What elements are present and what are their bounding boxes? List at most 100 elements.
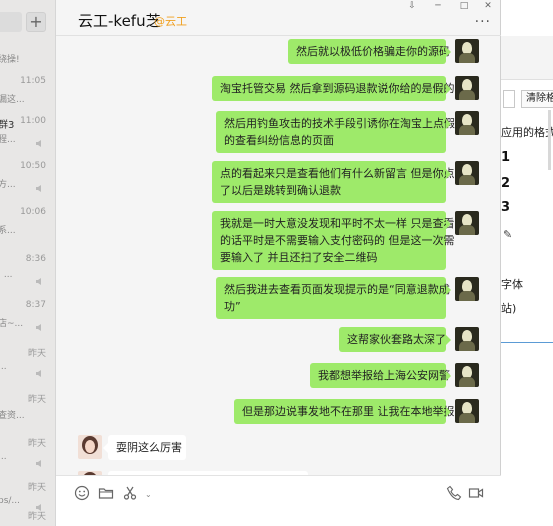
- background-input[interactable]: [503, 90, 515, 108]
- mute-icon: [35, 453, 43, 467]
- message-bubble[interactable]: 点的看起来只是查看他们有什么新留言 但是你点 了以后是跳转到确认退款: [212, 161, 455, 203]
- message-text-line: 淘宝托管交易 然后拿到源码退款说你给的是假的: [220, 82, 455, 95]
- message-bubble[interactable]: 但是那边说事发地不在那里 让我在本地举报: [234, 399, 455, 424]
- message-text-line: 这帮家伙套路太深了: [347, 333, 446, 346]
- pin-icon[interactable]: ⇩: [401, 0, 423, 12]
- message-text-line: 耍阴这么厉害: [116, 441, 182, 454]
- chat-list-item-time: 8:36: [25, 254, 46, 264]
- font-label: 字体: [501, 278, 523, 291]
- list-number-2: 2: [501, 176, 511, 191]
- chat-list-item[interactable]: 昨天...: [0, 342, 55, 388]
- chat-list-item-snippet: 系...: [0, 226, 16, 236]
- dropdown-icon[interactable]: ⌄: [145, 490, 152, 499]
- chat-list-pane: + 绕操! 11:05 漏这... 群3 11:00 程... 10:50 方... 10:06…: [0, 0, 55, 526]
- phone-icon[interactable]: [446, 485, 462, 501]
- emoji-icon[interactable]: [74, 485, 90, 501]
- video-icon[interactable]: [468, 485, 484, 501]
- message-text-line: 然后就以极低价格骗走你的源码: [296, 45, 450, 58]
- message-bubble[interactable]: 然后就以极低价格骗走你的源码: [288, 39, 451, 64]
- chat-list-item-snippet: 方...: [0, 180, 16, 190]
- message-bubble[interactable]: 我就是一时大意没发现和平时不太一样 只是查看 的话平时是不需要输入支付密码的 但是…: [212, 211, 455, 270]
- search-box[interactable]: [0, 12, 22, 32]
- scissors-icon[interactable]: [122, 485, 138, 501]
- message-text-line: 然后用钓鱼攻击的技术手段引诱你在淘宝上点假: [224, 117, 455, 130]
- chat-list-item-snippet: 漏这...: [0, 95, 25, 105]
- list-number-1: 1: [501, 150, 511, 165]
- divider: [501, 342, 553, 343]
- chat-list-item-time: 10:06: [20, 207, 46, 217]
- message-row: 然后我进去查看页面发现提示的是“同意退款成 功”: [56, 277, 501, 319]
- chat-list-item-time: 11:00: [20, 116, 46, 126]
- message-text-line: 我就是一时大意没发现和平时不太一样 只是查看: [220, 217, 455, 230]
- message-text-line: 然后我进去查看页面发现提示的是“同意退款成: [224, 283, 450, 296]
- message-row: 然后就以极低价格骗走你的源码: [56, 39, 501, 64]
- input-area[interactable]: ⌄: [56, 475, 501, 526]
- message-text-line: 的查看纠纷信息的页面: [224, 134, 334, 147]
- folder-icon[interactable]: [98, 485, 114, 501]
- add-chat-button[interactable]: +: [26, 12, 46, 32]
- background-app-window: 清除格 应用的格式 1 2 3 ✎ 字体 站): [500, 0, 553, 526]
- avatar[interactable]: [455, 39, 479, 63]
- avatar[interactable]: [455, 363, 479, 387]
- chat-list-item[interactable]: 昨天...: [0, 432, 55, 478]
- message-text-line: 点的看起来只是查看他们有什么新留言 但是你点: [220, 167, 455, 180]
- chat-list-item[interactable]: 昨天 查资...: [0, 388, 55, 434]
- chat-list-item-time: 昨天: [27, 349, 46, 359]
- pencil-icon[interactable]: ✎: [503, 228, 512, 241]
- message-list: 然后就以极低价格骗走你的源码 淘宝托管交易 然后拿到源码退款说你给的是假的 然后用钓…: [56, 37, 501, 475]
- chat-list-item-snippet: ...: [0, 362, 7, 372]
- message-text-line: 要输入了 并且还扫了安全二维码: [220, 251, 378, 264]
- message-row: 我都想举报给上海公安网警: [56, 363, 501, 388]
- mute-icon: [35, 363, 43, 377]
- chat-list-item-time: 11:05: [20, 76, 46, 86]
- chat-list-item-snippet: 绕操!: [0, 55, 20, 65]
- message-row: 点的看起来只是查看他们有什么新留言 但是你点 了以后是跳转到确认退款: [56, 161, 501, 203]
- mute-icon: [35, 133, 43, 147]
- chat-list-item-snippet: 程...: [0, 135, 16, 145]
- message-text-line: 但是那边说事发地不在那里 让我在本地举报: [242, 405, 455, 418]
- avatar[interactable]: [78, 435, 102, 459]
- mute-icon: [35, 317, 43, 331]
- scrollbar[interactable]: [548, 110, 551, 170]
- chat-list-item[interactable]: 8:36: ...: [0, 250, 55, 296]
- message-bubble[interactable]: 我都想举报给上海公安网警: [310, 363, 451, 388]
- message-row: 然后用钓鱼攻击的技术手段引诱你在淘宝上点假 的查看纠纷信息的页面: [56, 111, 501, 153]
- site-label: 站): [501, 302, 517, 315]
- more-options-button[interactable]: ···: [475, 14, 491, 30]
- message-bubble[interactable]: 然后我进去查看页面发现提示的是“同意退款成 功”: [216, 277, 451, 319]
- message-row: 我就是一时大意没发现和平时不太一样 只是查看 的话平时是不需要输入支付密码的 但是…: [56, 211, 501, 270]
- background-toolbar: [501, 36, 553, 80]
- message-row: 但是那边说事发地不在那里 让我在本地举报: [56, 399, 501, 424]
- avatar[interactable]: [455, 111, 479, 135]
- chat-window: 云工-kefu芝 @云工 ⇩ ─ □ ✕ ··· 然后就以极低价格骗走你的源码淘…: [55, 0, 501, 526]
- message-bubble[interactable]: 淘宝托管交易 然后拿到源码退款说你给的是假的: [212, 76, 455, 101]
- avatar[interactable]: [455, 76, 479, 100]
- chat-header: 云工-kefu芝 @云工 ⇩ ─ □ ✕ ···: [56, 0, 501, 36]
- avatar[interactable]: [455, 161, 479, 185]
- maximize-button[interactable]: □: [453, 0, 475, 12]
- avatar[interactable]: [455, 399, 479, 423]
- chat-list-item-snippet: 查资...: [0, 411, 25, 421]
- chat-list-item[interactable]: 10:50 方...: [0, 157, 55, 203]
- chat-list-item-snippet: 店~...: [0, 319, 24, 329]
- avatar[interactable]: [455, 211, 479, 235]
- close-button[interactable]: ✕: [477, 0, 499, 12]
- avatar[interactable]: [455, 277, 479, 301]
- chat-list-item[interactable]: 群3 11:00 程...: [0, 112, 55, 158]
- message-bubble[interactable]: 这帮家伙套路太深了: [339, 327, 451, 352]
- chat-list-item-time: 昨天: [27, 395, 46, 405]
- message-row: 这帮家伙套路太深了: [56, 327, 501, 352]
- message-row: 淘宝托管交易 然后拿到源码退款说你给的是假的: [56, 76, 501, 101]
- message-bubble[interactable]: 耍阴这么厉害: [103, 435, 186, 460]
- chat-list-item[interactable]: 10:06 系...: [0, 203, 55, 249]
- avatar[interactable]: [455, 327, 479, 351]
- chat-list-item[interactable]: 8:37 店~...: [0, 296, 55, 342]
- minimize-button[interactable]: ─: [427, 0, 449, 12]
- message-bubble[interactable]: 然后用钓鱼攻击的技术手段引诱你在淘宝上点假 的查看纠纷信息的页面: [216, 111, 455, 153]
- clear-format-button[interactable]: 清除格: [521, 90, 553, 108]
- chat-list-item[interactable]: 昨天: [0, 505, 55, 526]
- mute-icon: [35, 271, 43, 285]
- message-text-line: 了以后是跳转到确认退款: [220, 184, 341, 197]
- chat-list-item-time: 8:37: [25, 300, 46, 310]
- chat-list-item-time: 昨天: [27, 439, 46, 449]
